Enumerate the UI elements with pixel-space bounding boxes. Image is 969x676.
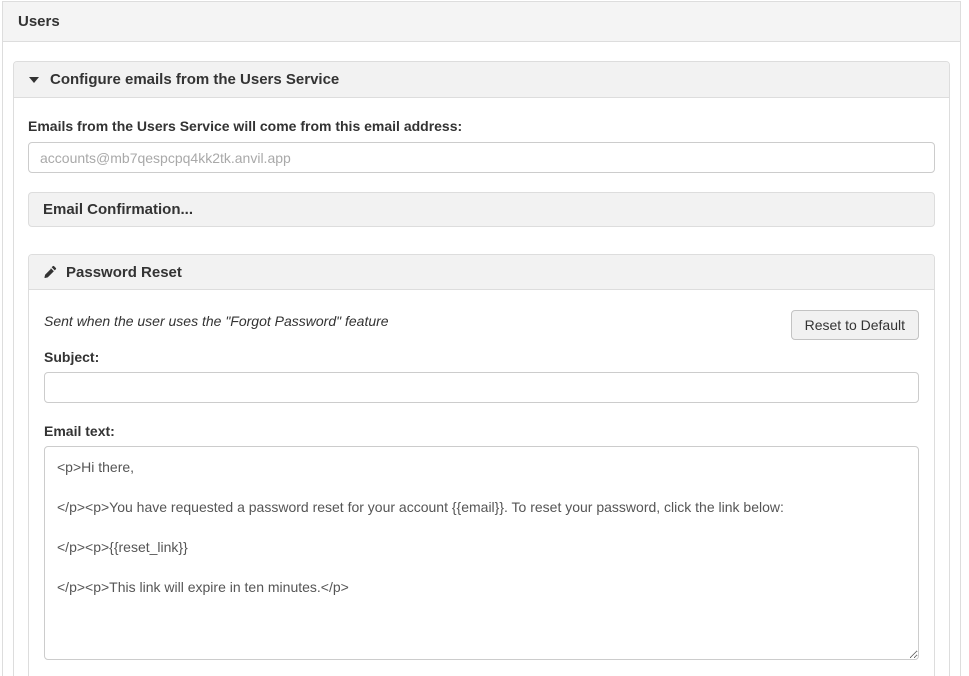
users-service-card: Users Configure emails from the Users Se… xyxy=(2,1,961,676)
reset-to-default-button[interactable]: Reset to Default xyxy=(791,310,919,340)
caret-down-icon xyxy=(29,77,39,83)
description-row: Sent when the user uses the "Forgot Pass… xyxy=(44,310,919,340)
password-reset-title: Password Reset xyxy=(66,264,182,281)
email-confirmation-section-header[interactable]: Email Confirmation... xyxy=(28,192,935,227)
pencil-icon xyxy=(43,265,57,279)
password-reset-body: Sent when the user uses the "Forgot Pass… xyxy=(29,290,934,676)
password-reset-description: Sent when the user uses the "Forgot Pass… xyxy=(44,310,389,329)
email-text-textarea[interactable]: <p>Hi there, </p><p>You have requested a… xyxy=(44,446,919,660)
password-reset-panel: Password Reset Sent when the user uses t… xyxy=(28,254,935,676)
configure-emails-title: Configure emails from the Users Service xyxy=(50,71,339,88)
email-text-label: Email text: xyxy=(44,423,919,439)
configure-emails-section-header[interactable]: Configure emails from the Users Service xyxy=(14,62,949,98)
page-title: Users xyxy=(3,2,960,42)
configure-emails-panel: Configure emails from the Users Service … xyxy=(13,61,950,676)
subject-input[interactable] xyxy=(44,372,919,403)
users-service-body: Configure emails from the Users Service … xyxy=(3,42,960,676)
from-address-input[interactable] xyxy=(28,142,935,173)
password-reset-section-header[interactable]: Password Reset xyxy=(29,255,934,290)
configure-emails-body: Emails from the Users Service will come … xyxy=(14,98,949,676)
subject-label: Subject: xyxy=(44,349,919,365)
from-address-label: Emails from the Users Service will come … xyxy=(28,118,935,134)
